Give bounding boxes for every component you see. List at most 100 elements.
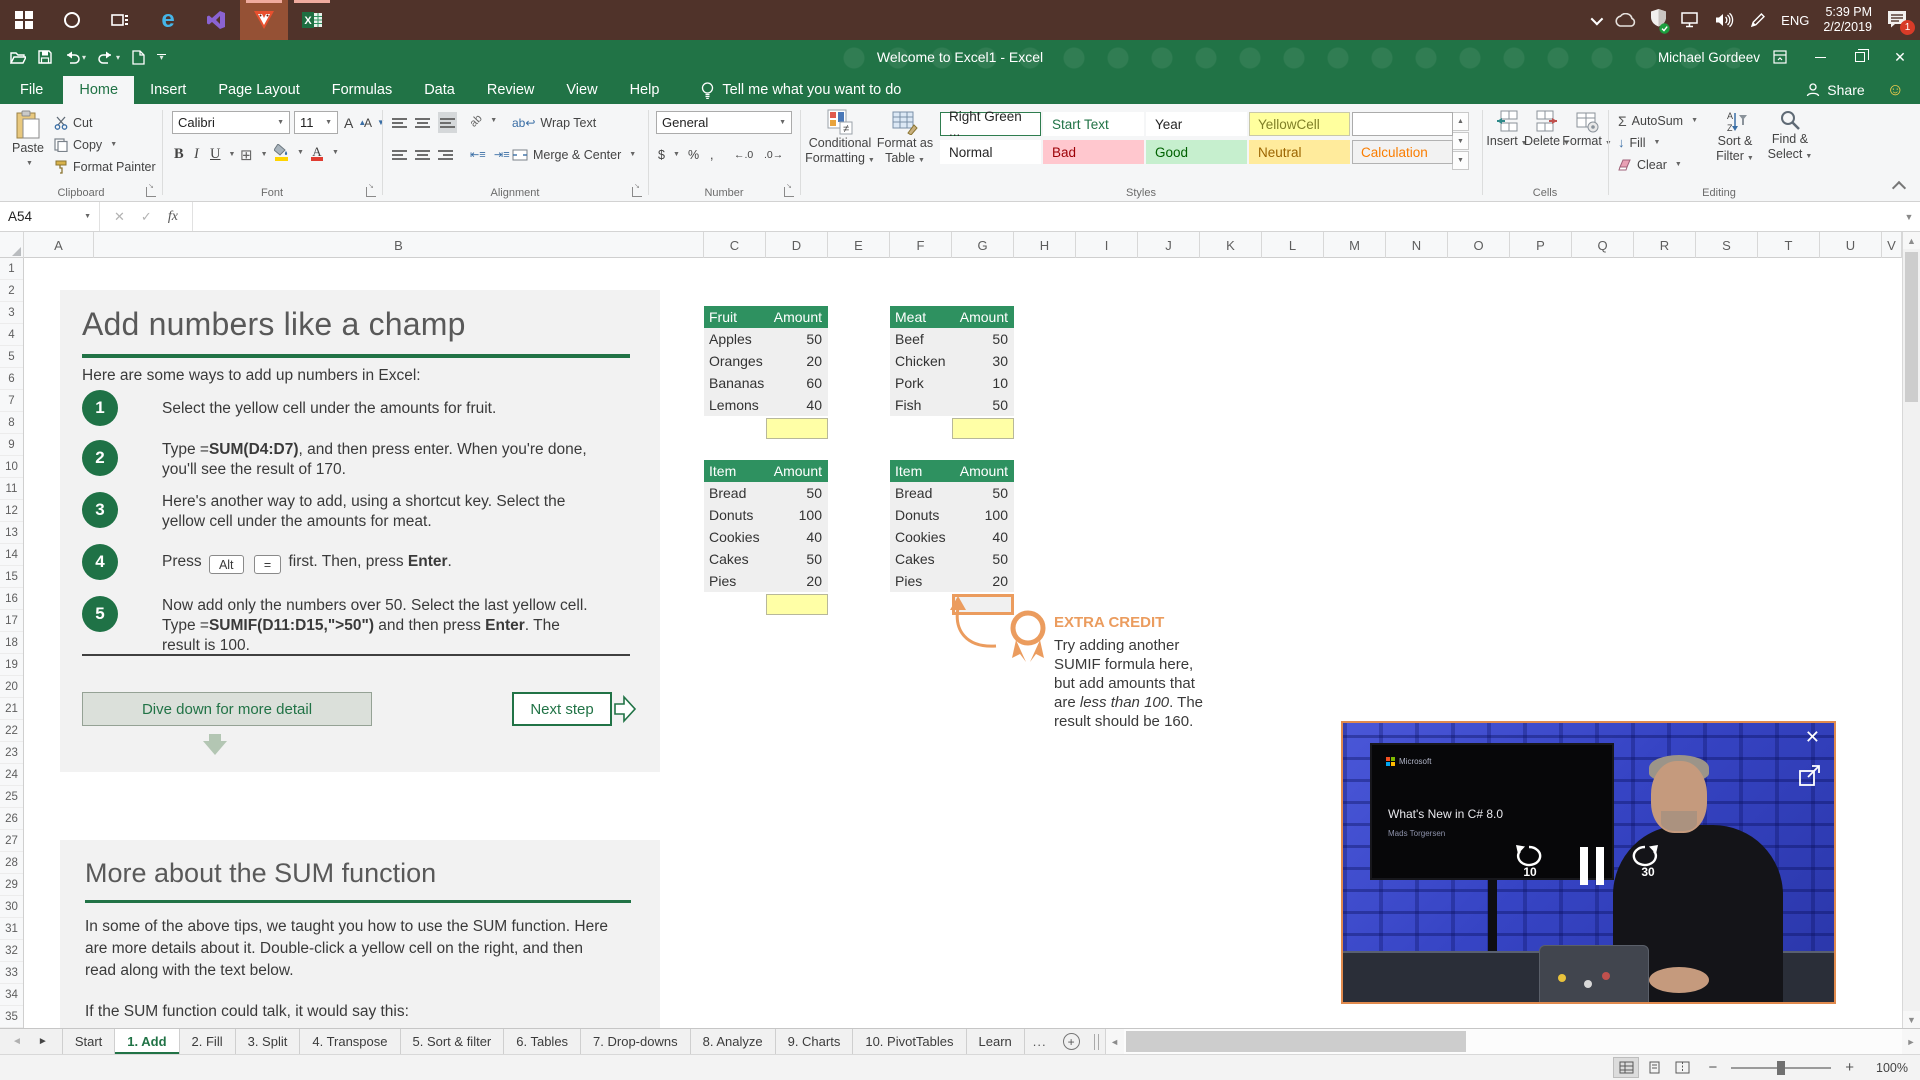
column-header-F[interactable]: F (890, 232, 952, 258)
style-bad[interactable]: Bad (1043, 140, 1144, 164)
column-header-S[interactable]: S (1696, 232, 1758, 258)
row-header-25[interactable]: 25 (0, 786, 23, 808)
style-blank[interactable] (1352, 112, 1453, 136)
taskbar-clock[interactable]: 5:39 PM 2/2/2019 (1823, 5, 1872, 35)
select-all-corner[interactable] (0, 232, 24, 258)
style-calculation[interactable]: Calculation (1352, 140, 1453, 164)
row-header-22[interactable]: 22 (0, 720, 23, 742)
column-header-A[interactable]: A (24, 232, 94, 258)
next-step-button[interactable]: Next step (512, 692, 612, 726)
action-center-button[interactable]: 1 (1886, 9, 1910, 31)
ribbon-tab-view[interactable]: View (550, 76, 613, 104)
row-header-29[interactable]: 29 (0, 874, 23, 896)
bold-button[interactable]: B (174, 144, 184, 165)
style-good[interactable]: Good (1146, 140, 1247, 164)
table-item1-answer-cell[interactable] (766, 594, 828, 615)
font-color-button[interactable]: A ▼ (310, 142, 339, 163)
cancel-formula-icon[interactable]: ✕ (114, 209, 125, 225)
fill-button[interactable]: ↓Fill▼ (1618, 132, 1660, 153)
row-header-5[interactable]: 5 (0, 346, 23, 368)
fill-color-button[interactable]: ▼ (274, 142, 304, 163)
row-header-30[interactable]: 30 (0, 896, 23, 918)
page-break-view-button[interactable] (1670, 1058, 1694, 1077)
font-size-combo[interactable]: 11▼ (294, 111, 338, 134)
sheet-tab-5-sort-filter[interactable]: 5. Sort & filter (401, 1029, 505, 1054)
hscroll-track[interactable] (1124, 1029, 1902, 1054)
zoom-slider-thumb[interactable] (1777, 1061, 1785, 1075)
ribbon-tab-home[interactable]: Home (63, 76, 134, 104)
ribbon-tab-review[interactable]: Review (471, 76, 551, 104)
column-header-B[interactable]: B (94, 232, 704, 258)
rewind-10-button[interactable]: 10 (1513, 845, 1547, 877)
task-view-button[interactable] (96, 0, 144, 40)
row-header-28[interactable]: 28 (0, 852, 23, 874)
column-header-L[interactable]: L (1262, 232, 1324, 258)
feedback-smiley-icon[interactable]: ☺ (1887, 80, 1904, 100)
column-header-M[interactable]: M (1324, 232, 1386, 258)
conditional-formatting-button[interactable]: ≠ Conditional Formatting▼ (808, 109, 872, 167)
visual-studio-taskbar-button[interactable] (192, 0, 240, 40)
ribbon-tab-help[interactable]: Help (614, 76, 676, 104)
row-header-4[interactable]: 4 (0, 324, 23, 346)
pause-button[interactable] (1580, 847, 1604, 885)
row-header-24[interactable]: 24 (0, 764, 23, 786)
sheet-tab-10-pivottables[interactable]: 10. PivotTables (853, 1029, 966, 1054)
row-header-2[interactable]: 2 (0, 280, 23, 302)
expand-formula-bar-icon[interactable]: ▼ (1898, 202, 1920, 231)
share-button[interactable]: Share (1806, 82, 1864, 98)
restore-button[interactable] (1840, 40, 1880, 74)
style-yellowcell[interactable]: YellowCell (1249, 112, 1350, 136)
row-header-12[interactable]: 12 (0, 500, 23, 522)
forward-30-button[interactable]: 30 (1631, 845, 1665, 877)
vscroll-down-icon[interactable]: ▼ (1903, 1011, 1920, 1028)
vscroll-up-icon[interactable]: ▲ (1903, 232, 1920, 249)
align-right-button[interactable] (438, 144, 453, 165)
ribbon-tab-data[interactable]: Data (408, 76, 471, 104)
sheet-tab-8-analyze[interactable]: 8. Analyze (691, 1029, 776, 1054)
align-bottom-button[interactable] (438, 112, 457, 133)
sheet-next-icon[interactable]: ► (38, 1036, 48, 1047)
onedrive-icon[interactable] (1614, 13, 1636, 27)
table-fruit-answer-cell[interactable] (766, 418, 828, 439)
font-family-combo[interactable]: Calibri▼ (172, 111, 290, 134)
close-button[interactable]: ✕ (1880, 40, 1920, 74)
sheet-tab-3-split[interactable]: 3. Split (236, 1029, 301, 1054)
signed-in-user[interactable]: Michael Gordeev (1658, 40, 1760, 74)
orientation-button[interactable]: ab▼ (470, 110, 497, 131)
ribbon-tab-formulas[interactable]: Formulas (316, 76, 408, 104)
collapse-ribbon-button[interactable] (1892, 181, 1906, 195)
sheet-tab-9-charts[interactable]: 9. Charts (776, 1029, 854, 1054)
sheet-tabs-overflow[interactable]: ... (1025, 1029, 1055, 1054)
row-header-23[interactable]: 23 (0, 742, 23, 764)
zoom-level[interactable]: 100% (1868, 1061, 1908, 1075)
tell-me-box[interactable]: Tell me what you want to do (701, 76, 901, 104)
insert-cells-button[interactable]: Insert▼ (1488, 109, 1526, 150)
row-header-9[interactable]: 9 (0, 434, 23, 456)
column-header-I[interactable]: I (1076, 232, 1138, 258)
column-header-T[interactable]: T (1758, 232, 1820, 258)
row-header-35[interactable]: 35 (0, 1006, 23, 1028)
column-header-C[interactable]: C (704, 232, 766, 258)
row-header-15[interactable]: 15 (0, 566, 23, 588)
row-header-33[interactable]: 33 (0, 962, 23, 984)
align-left-button[interactable] (392, 144, 407, 165)
vscroll-thumb[interactable] (1905, 252, 1918, 402)
decrease-decimal-button[interactable]: .0→ (764, 144, 783, 165)
excel-taskbar-button[interactable]: X (288, 0, 336, 40)
sheet-tab-7-drop-downs[interactable]: 7. Drop-downs (581, 1029, 691, 1054)
language-indicator[interactable]: ENG (1781, 13, 1809, 28)
zoom-in-icon[interactable]: + (1845, 1059, 1854, 1076)
column-header-V[interactable]: V (1882, 232, 1902, 258)
video-close-icon[interactable]: ✕ (1805, 727, 1820, 748)
row-header-31[interactable]: 31 (0, 918, 23, 940)
column-header-J[interactable]: J (1138, 232, 1200, 258)
sheet-tab-start[interactable]: Start (62, 1029, 115, 1054)
ribbon-tab-page-layout[interactable]: Page Layout (202, 76, 315, 104)
hscroll-left-icon[interactable]: ◄ (1106, 1029, 1124, 1054)
row-header-10[interactable]: 10 (0, 456, 23, 478)
cortana-button[interactable] (48, 0, 96, 40)
column-header-H[interactable]: H (1014, 232, 1076, 258)
column-header-R[interactable]: R (1634, 232, 1696, 258)
style-normal[interactable]: Normal (940, 140, 1041, 164)
clipboard-dialog-launcher[interactable] (146, 187, 156, 197)
